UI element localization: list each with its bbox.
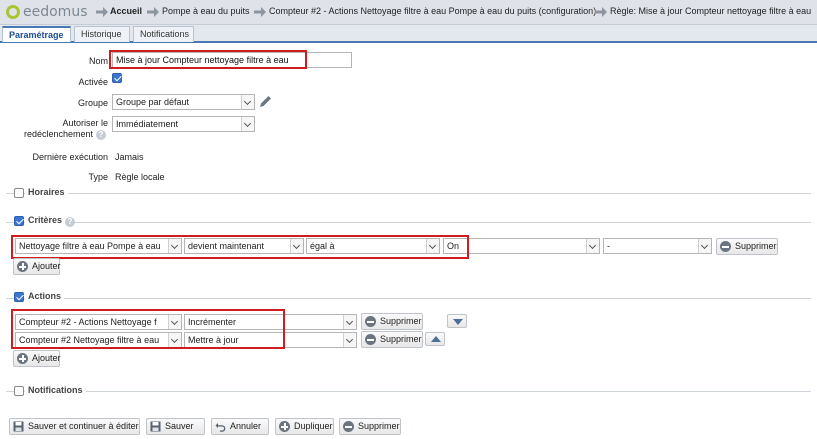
plus-circle-icon — [17, 353, 28, 364]
section-horaires-title: Horaires — [25, 187, 68, 197]
breadcrumb-home[interactable]: Accueil — [110, 6, 142, 16]
horaires-checkbox[interactable] — [14, 188, 24, 198]
cancel-button[interactable]: Annuler — [211, 418, 269, 435]
action-add-label: Ajouter — [32, 353, 61, 363]
chevron-down-icon — [343, 315, 356, 329]
section-divider — [6, 222, 811, 223]
move-up-button[interactable] — [425, 332, 445, 346]
arrow-right-icon — [254, 7, 266, 17]
save-continue-label: Sauver et continuer à éditer — [28, 421, 139, 431]
pencil-icon[interactable] — [259, 95, 272, 108]
save-label: Sauver — [165, 421, 194, 431]
minus-circle-icon — [720, 241, 731, 252]
top-bar: eedomus Accueil Pompe à eau du puits Com… — [0, 0, 817, 25]
tab-parametrage[interactable]: Paramétrage — [2, 26, 71, 42]
cancel-label: Annuler — [230, 421, 262, 431]
actions-checkbox[interactable] — [14, 292, 24, 302]
criteria-delete-label: Supprimer — [735, 241, 777, 251]
retrigger-select[interactable]: Immédiatement — [112, 116, 255, 132]
arrow-right-icon — [595, 7, 607, 17]
minus-circle-icon — [365, 316, 376, 327]
floppy-disk-icon — [13, 421, 24, 432]
chevron-down-icon — [343, 333, 356, 347]
retrigger-label-line1: Autoriser le — [62, 118, 108, 128]
save-button[interactable]: Sauver — [146, 418, 205, 435]
move-down-button[interactable] — [447, 314, 467, 328]
enabled-label: Activée — [78, 77, 108, 87]
section-notifications-title: Notifications — [25, 385, 86, 395]
floppy-disk-icon — [150, 421, 161, 432]
minus-circle-icon — [365, 334, 376, 345]
group-label: Groupe — [77, 98, 108, 108]
criteria-extra-select[interactable]: - — [603, 238, 712, 254]
section-actions-title: Actions — [25, 291, 65, 301]
criteria-add-label: Ajouter — [32, 261, 61, 271]
last-exec-label: Dernière exécution — [32, 152, 108, 162]
enabled-checkbox[interactable] — [112, 73, 122, 83]
type-value: Règle locale — [115, 172, 165, 182]
tab-notifications[interactable]: Notifications — [133, 26, 194, 42]
minus-circle-icon — [343, 421, 354, 432]
group-select-value: Groupe par défaut — [116, 97, 190, 107]
breadcrumb-device[interactable]: Compteur #2 - Actions Nettoyage filtre à… — [269, 6, 596, 16]
arrow-right-icon — [96, 7, 108, 17]
help-icon[interactable]: ? — [96, 130, 106, 140]
notifications-checkbox[interactable] — [14, 386, 24, 396]
action-delete-button[interactable]: Supprimer — [361, 313, 423, 330]
highlight-box — [11, 309, 285, 349]
delete-button[interactable]: Supprimer — [339, 418, 401, 435]
type-label: Type — [88, 172, 108, 182]
chevron-down-icon — [698, 239, 711, 253]
chevron-down-icon — [586, 239, 599, 253]
logo-text[interactable]: eedomus — [23, 4, 87, 20]
arrow-right-icon — [147, 7, 159, 17]
plus-circle-icon — [17, 261, 28, 272]
highlight-box — [11, 235, 469, 259]
tab-strip: Paramétrage Historique Notifications — [0, 25, 817, 43]
chevron-down-icon — [241, 95, 254, 109]
action-delete-button[interactable]: Supprimer — [361, 331, 423, 348]
section-divider — [6, 298, 811, 299]
criteres-checkbox[interactable] — [14, 216, 24, 226]
section-divider — [6, 391, 811, 392]
breadcrumb-room[interactable]: Pompe à eau du puits — [162, 6, 250, 16]
last-exec-value: Jamais — [115, 152, 144, 162]
criteria-extra-value: - — [607, 241, 610, 251]
duplicate-label: Dupliquer — [294, 421, 333, 431]
action-delete-label: Supprimer — [380, 334, 422, 344]
tab-historique[interactable]: Historique — [74, 26, 130, 42]
action-delete-label: Supprimer — [380, 316, 422, 326]
highlight-box — [109, 50, 307, 69]
save-continue-button[interactable]: Sauver et continuer à éditer — [9, 418, 140, 435]
arrow-down-icon — [453, 319, 463, 325]
duplicate-button[interactable]: Dupliquer — [275, 418, 334, 435]
undo-icon — [215, 423, 226, 432]
plus-circle-icon — [279, 421, 290, 432]
criteria-delete-button[interactable]: Supprimer — [716, 238, 778, 255]
section-divider — [6, 193, 811, 194]
help-icon[interactable]: ? — [65, 217, 75, 227]
criteria-add-button[interactable]: Ajouter — [13, 258, 61, 275]
chevron-down-icon — [241, 117, 254, 131]
section-criteres-title: Critères — [25, 215, 66, 225]
retrigger-select-value: Immédiatement — [116, 119, 179, 129]
arrow-up-icon — [431, 336, 441, 342]
delete-label: Supprimer — [358, 421, 400, 431]
group-select[interactable]: Groupe par défaut — [112, 94, 255, 110]
eedomus-logo-icon[interactable] — [6, 5, 20, 19]
retrigger-label-line2: redéclenchement — [23, 129, 93, 139]
name-label: Nom — [88, 56, 108, 66]
breadcrumb-rule: Règle: Mise à jour Compteur nettoyage fi… — [610, 6, 812, 16]
action-add-button[interactable]: Ajouter — [13, 350, 61, 367]
